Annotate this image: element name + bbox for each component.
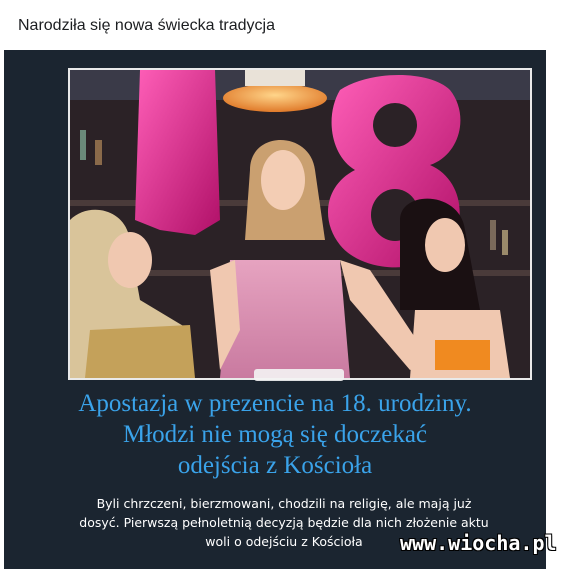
- caption-bar: [254, 369, 344, 381]
- post-header: Narodziła się nowa świecka tradycja: [0, 0, 586, 50]
- party-photo-illustration: 18: [70, 70, 530, 378]
- headline-line: odejścia z Kościoła: [177, 452, 373, 479]
- watermark: www.wiocha.pl: [400, 531, 557, 555]
- headline: Apostazja w prezencie na 18. urodziny. M…: [4, 388, 546, 481]
- post-text: Narodziła się nowa świecka tradycja: [18, 17, 275, 34]
- headline-line: Młodzi nie mogą się doczekać: [122, 421, 428, 448]
- photo: 18: [68, 68, 532, 380]
- headline-line: Apostazja w prezencie na 18. urodziny.: [78, 390, 472, 417]
- body-line: dosyć. Pierwszą pełnoletnią decyzją będz…: [79, 515, 489, 530]
- demotivator-image[interactable]: 18 Apostazja w prezencie na 18. urodziny…: [4, 50, 546, 569]
- body-line: Byli chrzczeni, bierzmowani, chodzili na…: [96, 496, 472, 511]
